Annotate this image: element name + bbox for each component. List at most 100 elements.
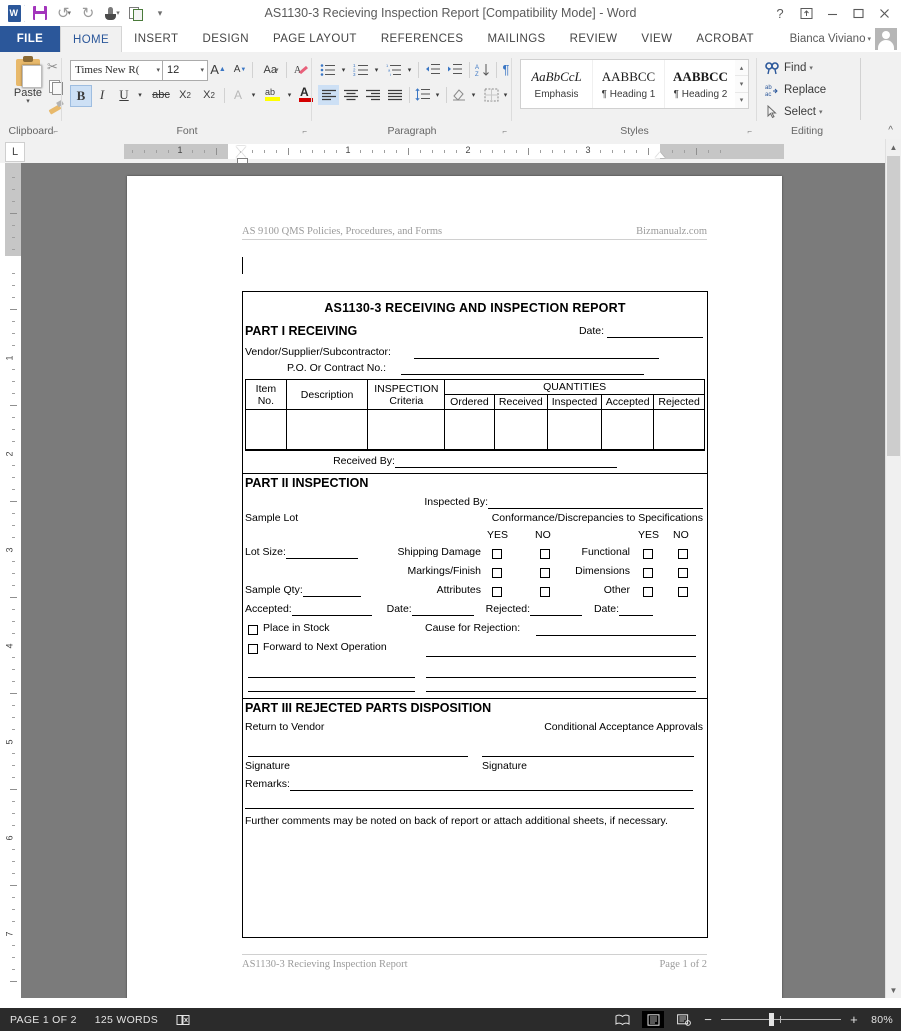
checkbox-other-yes[interactable]: [643, 587, 653, 597]
accepted-field[interactable]: [291, 603, 372, 616]
word-count-label[interactable]: 125 WORDS: [95, 1014, 158, 1026]
styles-scroll-up-icon[interactable]: ▴: [735, 60, 748, 77]
form-blank-area[interactable]: [245, 835, 705, 931]
shading-chevron-down-icon[interactable]: ▾: [468, 85, 479, 105]
document-page[interactable]: AS 9100 QMS Policies, Procedures, and Fo…: [127, 176, 782, 998]
center-icon[interactable]: [340, 85, 361, 105]
checkbox-markings-finish-no[interactable]: [540, 568, 550, 578]
styles-dialog-launcher-icon[interactable]: ⌐: [747, 127, 752, 136]
rejection-line-3[interactable]: [426, 664, 696, 678]
highlight-chevron-down-icon[interactable]: ▾: [284, 85, 295, 105]
find-chevron-down-icon[interactable]: ▾: [809, 64, 813, 72]
sample-qty-field[interactable]: [302, 584, 361, 597]
tab-insert[interactable]: INSERT: [122, 26, 190, 52]
tab-file[interactable]: FILE: [0, 26, 60, 52]
paragraph-dialog-launcher-icon[interactable]: ⌐: [502, 127, 507, 136]
bullets-chevron-down-icon[interactable]: ▾: [338, 60, 349, 79]
checkbox-attributes-no[interactable]: [540, 587, 550, 597]
vertical-scrollbar[interactable]: ▲ ▼: [885, 139, 901, 998]
po-field[interactable]: [400, 362, 644, 375]
shrink-font-button[interactable]: A ▼: [230, 60, 250, 79]
styles-scroll-down-icon[interactable]: ▾: [735, 76, 748, 93]
select-button[interactable]: Select ▾: [765, 102, 822, 122]
style-item-emphasis[interactable]: AaBbCcL Emphasis: [521, 60, 593, 108]
proofing-errors-icon[interactable]: [176, 1014, 190, 1026]
zoom-slider-thumb[interactable]: [769, 1013, 775, 1026]
bold-button[interactable]: B: [70, 85, 92, 107]
received-by-field[interactable]: [394, 455, 617, 468]
inspected-by-field[interactable]: [488, 496, 703, 509]
checkbox-dimensions-no[interactable]: [678, 568, 688, 578]
checkbox-functional-yes[interactable]: [643, 549, 653, 559]
change-case-button[interactable]: Aa ▾: [258, 60, 284, 79]
borders-chevron-down-icon[interactable]: ▾: [500, 85, 511, 105]
zoom-slider[interactable]: [721, 1011, 842, 1028]
font-name-input[interactable]: Times New R( ▾: [70, 60, 164, 81]
cause-for-rejection-field[interactable]: [536, 622, 696, 636]
find-button[interactable]: Find ▾: [765, 58, 813, 78]
tab-mailings[interactable]: MAILINGS: [475, 26, 557, 52]
increase-indent-icon[interactable]: [445, 60, 465, 79]
scrollbar-thumb[interactable]: [887, 156, 900, 456]
rejected-field[interactable]: [530, 603, 583, 616]
checkbox-dimensions-yes[interactable]: [643, 568, 653, 578]
restore-icon[interactable]: [845, 1, 871, 25]
quantities-table[interactable]: Item No. Description INSPECTION Criteria…: [245, 379, 705, 450]
remarks-field[interactable]: [289, 778, 693, 791]
justify-icon[interactable]: [384, 85, 405, 105]
tab-references[interactable]: REFERENCES: [369, 26, 476, 52]
web-layout-icon[interactable]: [673, 1011, 695, 1028]
help-icon[interactable]: ?: [767, 1, 793, 25]
close-icon[interactable]: [871, 1, 897, 25]
part1-date-field[interactable]: [607, 325, 703, 338]
underline-button[interactable]: U: [114, 85, 134, 105]
checkbox-other-no[interactable]: [678, 587, 688, 597]
styles-more-icon[interactable]: ▾: [735, 93, 748, 108]
style-item-heading-1[interactable]: AABBCC ¶ Heading 1: [593, 60, 665, 108]
tab-review[interactable]: REVIEW: [558, 26, 630, 52]
tab-home[interactable]: HOME: [60, 26, 123, 52]
minimize-icon[interactable]: [819, 1, 845, 25]
text-effects-button[interactable]: A: [228, 85, 248, 105]
checkbox-functional-no[interactable]: [678, 549, 688, 559]
font-size-chevron-down-icon[interactable]: ▾: [200, 61, 204, 80]
ribbon-display-options-icon[interactable]: [793, 1, 819, 25]
tab-stop-selector[interactable]: L: [5, 142, 25, 162]
borders-icon[interactable]: [481, 85, 501, 105]
checkbox-place-in-stock[interactable]: [248, 625, 258, 635]
document-canvas[interactable]: AS 9100 QMS Policies, Procedures, and Fo…: [21, 163, 886, 998]
rejection-line-4[interactable]: [426, 680, 696, 692]
remarks-line-2[interactable]: [245, 797, 694, 809]
shading-icon[interactable]: [449, 85, 469, 105]
line-spacing-chevron-down-icon[interactable]: ▾: [432, 85, 443, 105]
collapse-ribbon-icon[interactable]: ^: [888, 125, 893, 136]
scroll-up-icon[interactable]: ▲: [886, 139, 901, 155]
font-size-input[interactable]: 12 ▾: [162, 60, 208, 81]
horizontal-ruler[interactable]: 1 1 2 3: [124, 144, 784, 166]
tab-acrobat[interactable]: ACROBAT: [684, 26, 766, 52]
align-left-icon[interactable]: [318, 85, 339, 105]
font-dialog-launcher-icon[interactable]: ⌐: [302, 127, 307, 136]
signature-line-right[interactable]: [482, 743, 694, 757]
grow-font-button[interactable]: A ▲: [208, 60, 228, 79]
superscript-button[interactable]: X2: [198, 85, 220, 105]
checkbox-attributes-yes[interactable]: [492, 587, 502, 597]
decrease-indent-icon[interactable]: [423, 60, 443, 79]
scroll-down-icon[interactable]: ▼: [886, 982, 901, 998]
line-spacing-icon[interactable]: [413, 85, 433, 105]
account-chevron-down-icon[interactable]: ▾: [867, 35, 871, 43]
strikethrough-button[interactable]: abc: [150, 85, 172, 105]
save-icon[interactable]: [29, 2, 51, 24]
touch-mouse-mode-icon[interactable]: ▾: [101, 2, 123, 24]
avatar[interactable]: [875, 28, 897, 50]
zoom-out-button[interactable]: −: [704, 1013, 712, 1026]
vertical-ruler[interactable]: 1 2 3 4 5 6 7: [5, 163, 21, 998]
rejection-line-2[interactable]: [426, 643, 696, 657]
customize-quick-access-toolbar-icon[interactable]: ▾: [149, 2, 171, 24]
italic-button[interactable]: I: [92, 85, 112, 105]
disposition-line-left-2[interactable]: [248, 680, 415, 692]
read-mode-icon[interactable]: [611, 1011, 633, 1028]
tab-view[interactable]: VIEW: [629, 26, 684, 52]
rejected-date-field[interactable]: [619, 603, 654, 616]
checkbox-shipping-damage-no[interactable]: [540, 549, 550, 559]
